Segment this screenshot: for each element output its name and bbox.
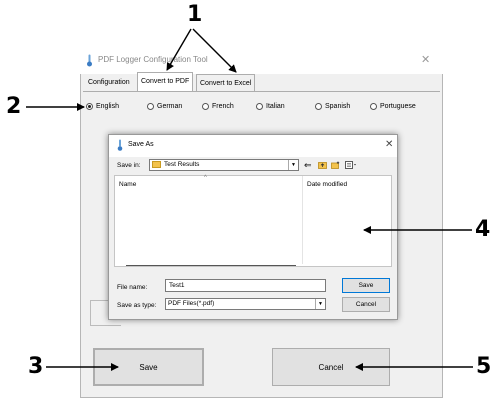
save-in-label: Save in: xyxy=(117,162,141,169)
close-icon[interactable]: ✕ xyxy=(421,53,430,66)
callout-3: 3 xyxy=(28,354,44,379)
callout-2: 2 xyxy=(6,94,22,119)
radio-spanish[interactable]: Spanish xyxy=(315,103,350,110)
radio-german[interactable]: German xyxy=(147,103,182,110)
tab-convert-to-excel[interactable]: Convert to Excel xyxy=(196,74,256,91)
file-name-input[interactable]: Test1 xyxy=(165,279,326,292)
radio-label: Spanish xyxy=(325,103,351,110)
file-name-label: File name: xyxy=(117,284,148,291)
tab-convert-to-pdf[interactable]: Convert to PDF xyxy=(137,72,194,91)
up-folder-icon[interactable] xyxy=(318,161,327,171)
column-header-date-modified[interactable]: Date modified xyxy=(307,181,347,188)
save-as-type-dropdown[interactable]: PDF Files(*.pdf) ▼ xyxy=(165,298,326,310)
tab-divider xyxy=(83,91,440,92)
thermometer-icon xyxy=(87,54,92,67)
callout-1: 1 xyxy=(187,2,203,27)
cancel-button[interactable]: Cancel xyxy=(272,348,390,386)
folder-icon xyxy=(152,161,161,168)
radio-indicator xyxy=(147,103,154,110)
save-as-type-value: PDF Files(*.pdf) xyxy=(168,300,215,307)
chevron-down-icon[interactable]: ▼ xyxy=(288,160,298,170)
tab-configuration[interactable]: Configuration xyxy=(85,74,133,91)
sort-up-icon: ^ xyxy=(204,175,207,181)
radio-english[interactable]: English xyxy=(86,103,119,110)
file-list[interactable] xyxy=(114,175,392,267)
radio-label: German xyxy=(157,103,183,110)
language-radio-group: English German French Italian Spanish Po… xyxy=(0,103,493,115)
radio-label: Italian xyxy=(266,103,285,110)
horizontal-scrollbar[interactable] xyxy=(126,265,296,266)
radio-indicator xyxy=(256,103,263,110)
column-header-name[interactable]: Name xyxy=(119,181,136,188)
back-arrow-icon[interactable]: ⇐ xyxy=(304,160,312,170)
save-button[interactable]: Save xyxy=(93,348,204,386)
radio-portuguese[interactable]: Portuguese xyxy=(370,103,416,110)
callout-5: 5 xyxy=(476,354,492,379)
dialog-cancel-button[interactable]: Cancel xyxy=(342,297,390,312)
thermometer-icon xyxy=(117,139,123,151)
dialog-title: Save As xyxy=(128,141,154,148)
save-as-type-label: Save as type: xyxy=(117,302,157,309)
callout-4: 4 xyxy=(475,217,491,242)
view-menu-icon[interactable] xyxy=(345,161,357,171)
chevron-down-icon[interactable]: ▼ xyxy=(315,299,325,309)
radio-indicator xyxy=(86,103,93,110)
dialog-save-button[interactable]: Save xyxy=(342,278,390,293)
radio-italian[interactable]: Italian xyxy=(256,103,285,110)
close-icon[interactable]: ✕ xyxy=(385,139,393,150)
radio-indicator xyxy=(315,103,322,110)
save-in-value: Test Results xyxy=(164,161,200,168)
column-divider xyxy=(302,176,303,264)
radio-french[interactable]: French xyxy=(202,103,234,110)
window-title: PDF Logger Configuration Tool xyxy=(98,55,208,64)
radio-indicator xyxy=(370,103,377,110)
radio-label: Portuguese xyxy=(380,103,416,110)
new-folder-icon[interactable] xyxy=(331,161,340,171)
radio-label: English xyxy=(96,103,119,110)
radio-label: French xyxy=(212,103,234,110)
radio-indicator xyxy=(202,103,209,110)
